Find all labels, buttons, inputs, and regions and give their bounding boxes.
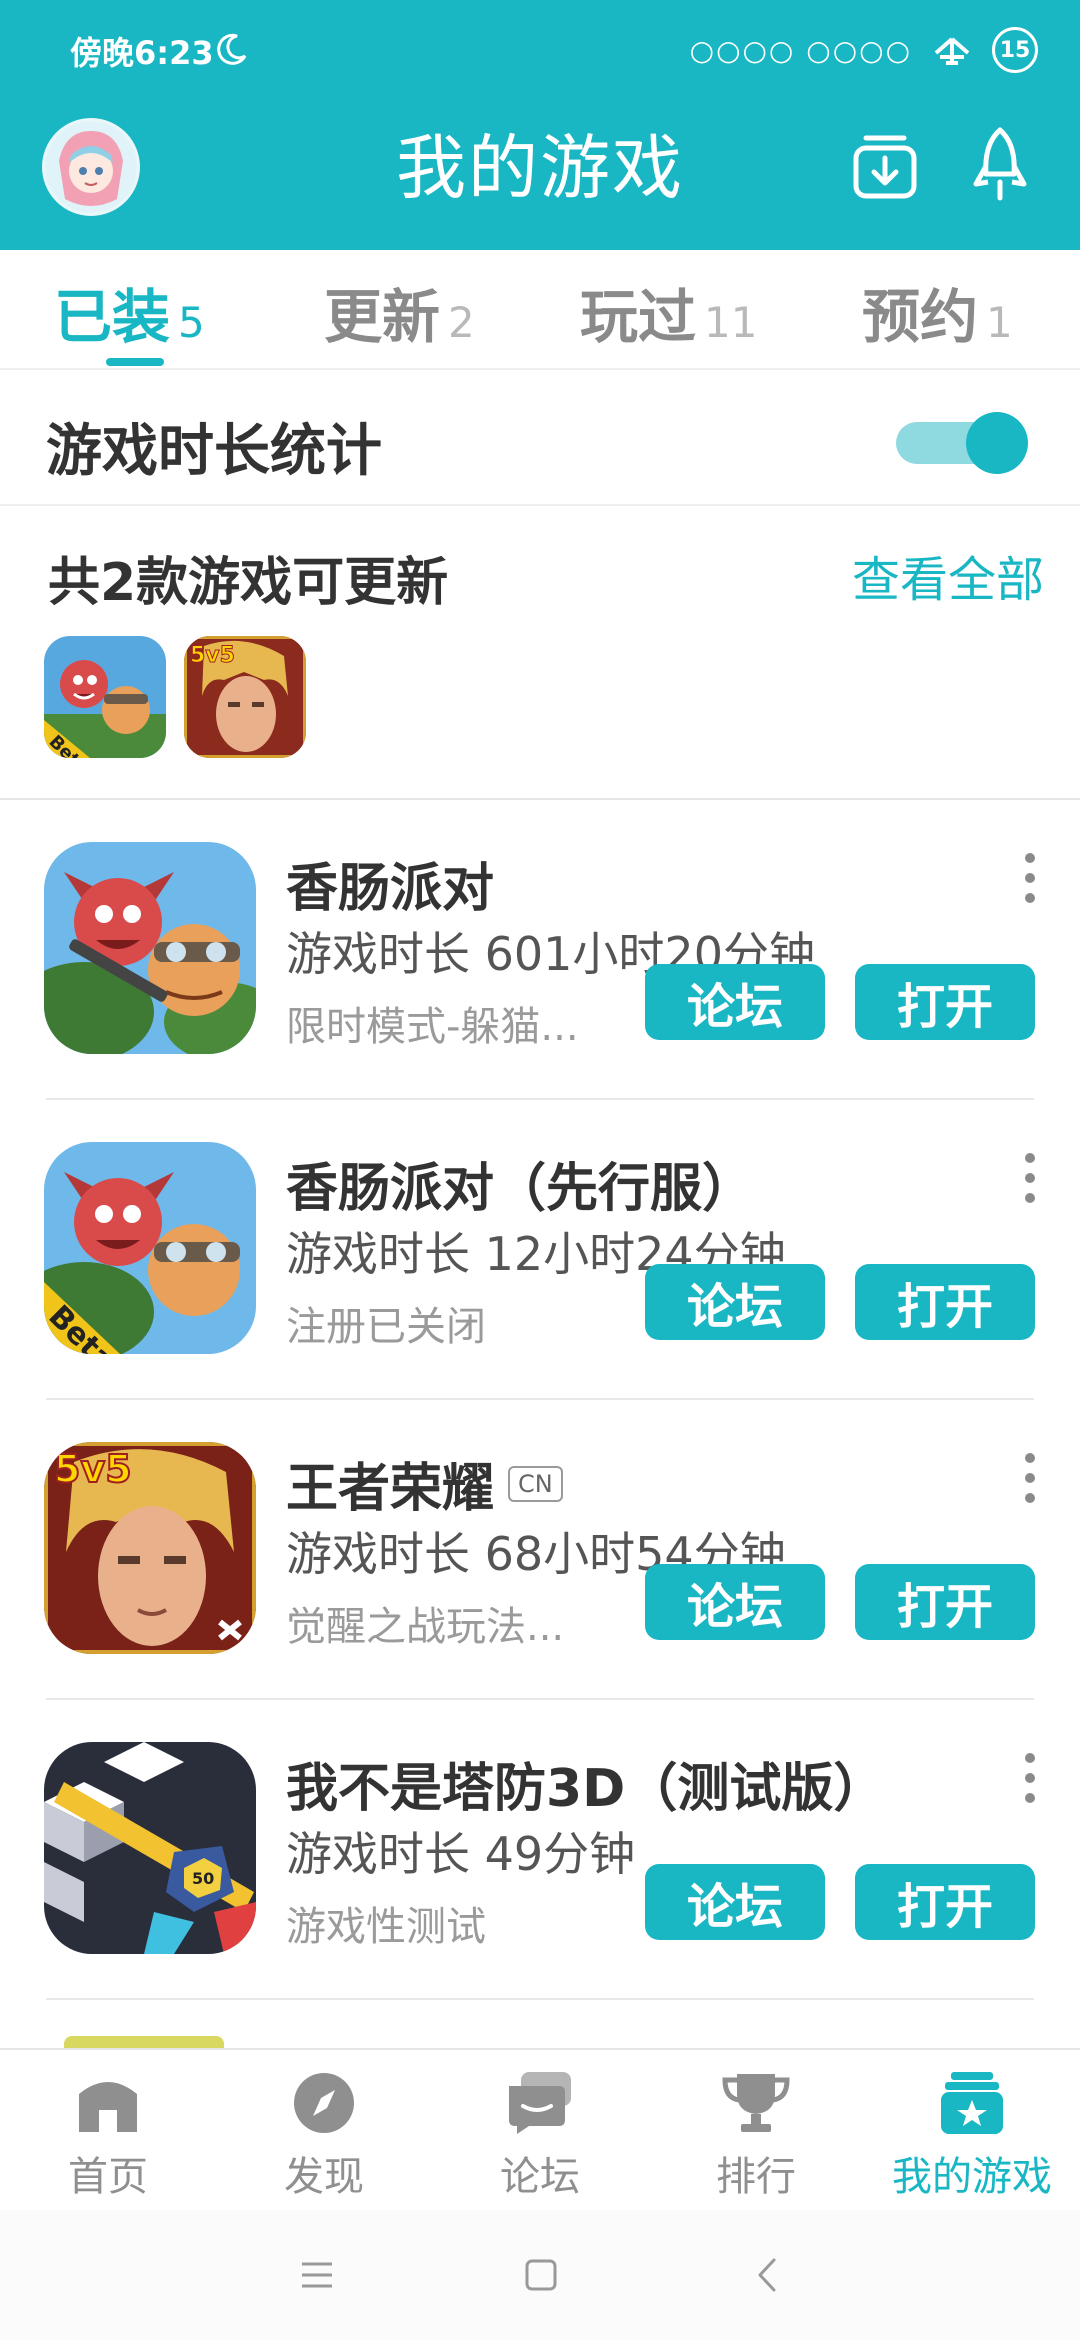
nav-label: 排行 — [716, 2154, 796, 2200]
signal-indicator: ○○○○ ○○○○ — [689, 33, 912, 67]
tab-label: 已装 — [54, 283, 171, 351]
wifi-icon — [934, 37, 970, 65]
tab-installed[interactable]: 已装 5 — [54, 270, 205, 351]
page-title: 我的游戏 — [396, 127, 684, 209]
game-desc: 游戏性测试 — [286, 1904, 486, 1950]
game-name-text: 香肠派对 — [286, 859, 495, 919]
nav-label: 我的游戏 — [892, 2154, 1052, 2200]
update-icons: Beta 5v5 — [44, 636, 306, 758]
updates-section: 共2款游戏可更新 查看全部 Beta 5v5 — [0, 506, 1080, 800]
download-manager-icon[interactable] — [852, 130, 918, 200]
active-tab-indicator — [106, 358, 164, 366]
next-game-icon-partial — [64, 2036, 224, 2048]
home-square-icon[interactable] — [516, 2250, 566, 2300]
rocket-icon[interactable] — [970, 126, 1030, 204]
tower-defense-3d-icon: 50 — [44, 1742, 256, 1954]
nav-ranking[interactable]: 排行 — [648, 2070, 864, 2210]
compass-icon — [294, 2073, 354, 2133]
svg-text:5v5: 5v5 — [54, 1447, 132, 1491]
more-options-icon[interactable] — [1012, 1750, 1048, 1806]
game-name-text: 王者荣耀 — [286, 1459, 495, 1519]
status-indicators: ○○○○ ○○○○ 15 — [690, 24, 1038, 76]
game-name: 王者荣耀 CN — [286, 1446, 563, 1521]
forum-button[interactable]: 论坛 — [645, 1264, 825, 1340]
trophy-icon — [722, 2074, 790, 2132]
nav-discover[interactable]: 发现 — [216, 2070, 432, 2210]
sausage-party-beta-mini-icon[interactable]: Beta — [44, 636, 166, 758]
game-box-icon — [941, 2072, 1003, 2134]
divider — [46, 1998, 1034, 2000]
tab-label: 更新 — [324, 283, 441, 351]
more-options-icon[interactable] — [1012, 1450, 1048, 1506]
nav-label: 发现 — [284, 2154, 364, 2200]
open-button[interactable]: 打开 — [855, 1864, 1035, 1940]
forum-button[interactable]: 论坛 — [645, 1564, 825, 1640]
tab-label: 玩过 — [580, 283, 697, 351]
sausage-party-icon — [44, 842, 256, 1054]
game-item-sausage-party-beta[interactable]: Beta 香肠派对（先行服） 游戏时长 12小时24分钟 注册已关闭 论坛 打开 — [0, 1100, 1080, 1400]
tab-played[interactable]: 玩过 11 — [580, 270, 758, 351]
svg-text:50: 50 — [192, 1869, 214, 1888]
forum-button[interactable]: 论坛 — [645, 1864, 825, 1940]
game-desc: 注册已关闭 — [286, 1304, 486, 1350]
game-item-honor-of-kings[interactable]: 5v5 王者荣耀 CN 游戏时长 68小时54分钟 觉醒之战玩法... 论坛 打开 — [0, 1400, 1080, 1700]
game-item-sausage-party[interactable]: 香肠派对 游戏时长 601小时20分钟 限时模式-躲猫... 论坛 打开 — [0, 800, 1080, 1100]
open-button[interactable]: 打开 — [855, 1564, 1035, 1640]
game-name: 香肠派对（先行服） — [286, 1146, 754, 1221]
tab-reserved[interactable]: 预约 1 — [862, 270, 1013, 351]
bottom-navigation: 首页 发现 论坛 排行 我的游戏 — [0, 2048, 1080, 2210]
tab-count: 1 — [986, 298, 1013, 347]
game-name-text: 我不是塔防3D（测试版） — [286, 1759, 886, 1819]
playtime-stats-row: 游戏时长统计 — [0, 370, 1080, 506]
playtime-stats-label: 游戏时长统计 — [46, 419, 382, 484]
home-icon — [79, 2082, 137, 2132]
chat-icon — [509, 2072, 571, 2134]
game-name-text: 香肠派对（先行服） — [286, 1159, 755, 1219]
game-name: 香肠派对 — [286, 846, 494, 921]
toggle-knob — [966, 412, 1028, 474]
updates-title: 共2款游戏可更新 — [48, 553, 449, 613]
honor-of-kings-mini-icon[interactable]: 5v5 — [184, 636, 306, 758]
status-time: 傍晚6:23 — [70, 34, 214, 72]
app-header: 傍晚6:23 ○○○○ ○○○○ 15 我的游戏 — [0, 0, 1080, 250]
tab-count: 5 — [178, 298, 205, 347]
honor-of-kings-icon: 5v5 — [44, 1442, 256, 1654]
nav-label: 论坛 — [500, 2154, 580, 2200]
game-desc: 限时模式-躲猫... — [286, 1004, 579, 1050]
tab-count: 2 — [448, 298, 475, 347]
open-button[interactable]: 打开 — [855, 1264, 1035, 1340]
more-options-icon[interactable] — [1012, 850, 1048, 906]
game-name: 我不是塔防3D（测试版） — [286, 1746, 885, 1821]
nav-my-games[interactable]: 我的游戏 — [864, 2070, 1080, 2210]
svg-text:5v5: 5v5 — [190, 643, 235, 668]
nav-label: 首页 — [68, 2154, 148, 2200]
moon-icon — [217, 33, 247, 65]
game-playtime: 游戏时长 49分钟 — [286, 1827, 636, 1881]
status-bar: 傍晚6:23 ○○○○ ○○○○ 15 — [0, 0, 1080, 100]
view-all-link[interactable]: 查看全部 — [852, 540, 1044, 610]
open-button[interactable]: 打开 — [855, 964, 1035, 1040]
tab-count: 11 — [704, 298, 758, 347]
tab-updates[interactable]: 更新 2 — [324, 270, 475, 351]
nav-home[interactable]: 首页 — [0, 2070, 216, 2210]
forum-button[interactable]: 论坛 — [645, 964, 825, 1040]
tab-label: 预约 — [862, 283, 979, 351]
region-badge: CN — [508, 1465, 563, 1502]
battery-indicator: 15 — [992, 27, 1038, 73]
nav-forum[interactable]: 论坛 — [432, 2070, 648, 2210]
game-desc: 觉醒之战玩法... — [286, 1604, 565, 1650]
more-options-icon[interactable] — [1012, 1150, 1048, 1206]
game-item-tower-defense-3d[interactable]: 50 我不是塔防3D（测试版） 游戏时长 49分钟 游戏性测试 论坛 打开 — [0, 1700, 1080, 2000]
menu-icon[interactable] — [292, 2250, 342, 2300]
system-navigation-bar — [0, 2210, 1080, 2340]
sausage-party-beta-icon: Beta — [44, 1142, 256, 1354]
tab-bar: 已装 5 更新 2 玩过 11 预约 1 — [0, 250, 1080, 370]
playtime-stats-toggle[interactable] — [896, 412, 1032, 474]
back-icon[interactable] — [744, 2250, 794, 2300]
